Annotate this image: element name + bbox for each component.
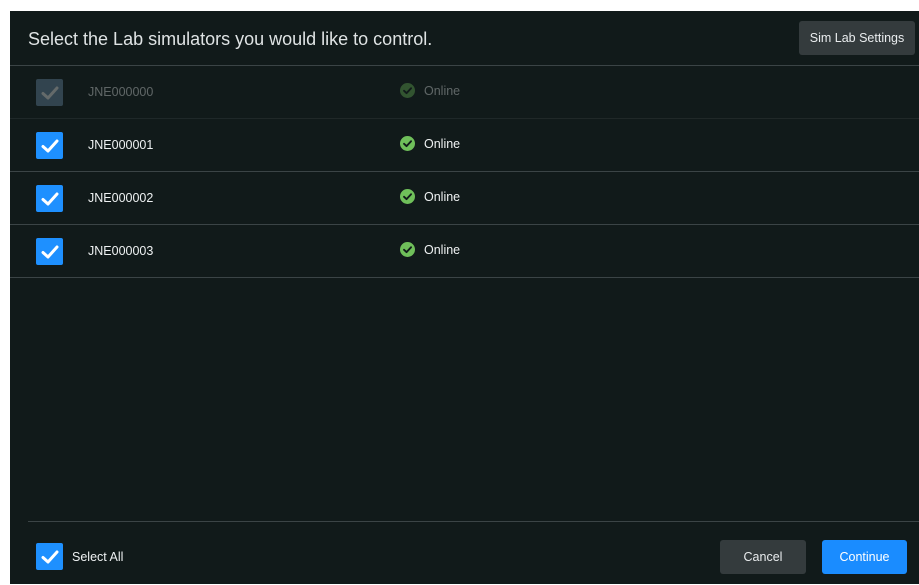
simulator-id: JNE000000 (88, 85, 154, 99)
status-label: Online (424, 189, 461, 204)
check-circle-icon (400, 83, 415, 98)
checkmark-icon (41, 245, 58, 258)
simulator-row: JNE000003 Online (10, 225, 919, 278)
sim-lab-settings-button[interactable]: Sim Lab Settings (799, 21, 915, 55)
check-circle-icon (400, 189, 415, 204)
simulator-status: Online (400, 136, 460, 151)
simulator-checkbox[interactable] (36, 238, 63, 265)
simulator-checkbox[interactable] (36, 185, 63, 212)
dialog-footer: Select All Cancel Continue (28, 521, 919, 585)
simulator-row: JNE000002 Online (10, 172, 919, 225)
simulator-id: JNE000001 (88, 138, 154, 152)
simulator-status: Online (400, 189, 460, 204)
checkmark-icon (41, 192, 58, 205)
select-all-checkbox[interactable] (36, 543, 63, 570)
status-label: Online (424, 136, 461, 151)
simulator-id: JNE000003 (88, 244, 154, 258)
status-label: Online (424, 242, 461, 257)
select-all-label: Select All (72, 549, 124, 564)
simulator-row: JNE000000 Online (10, 66, 919, 119)
cancel-button[interactable]: Cancel (720, 540, 806, 574)
simulator-list: JNE000000 Online JNE000001 Online JNE000… (10, 66, 919, 278)
simulator-select-dialog: Select the Lab simulators you would like… (10, 11, 919, 584)
simulator-checkbox[interactable] (36, 132, 63, 159)
simulator-id: JNE000002 (88, 191, 154, 205)
simulator-checkbox[interactable] (36, 79, 63, 106)
checkmark-icon (41, 86, 58, 99)
check-circle-icon (400, 136, 415, 151)
continue-button[interactable]: Continue (822, 540, 907, 574)
check-circle-icon (400, 242, 415, 257)
status-label: Online (424, 83, 461, 98)
simulator-row: JNE000001 Online (10, 119, 919, 172)
select-all-toggle[interactable]: Select All (36, 543, 123, 570)
simulator-status: Online (400, 83, 460, 98)
dialog-title: Select the Lab simulators you would like… (28, 29, 433, 49)
checkmark-icon (41, 550, 58, 563)
checkmark-icon (41, 139, 58, 152)
simulator-status: Online (400, 242, 460, 257)
dialog-header: Select the Lab simulators you would like… (10, 11, 919, 66)
